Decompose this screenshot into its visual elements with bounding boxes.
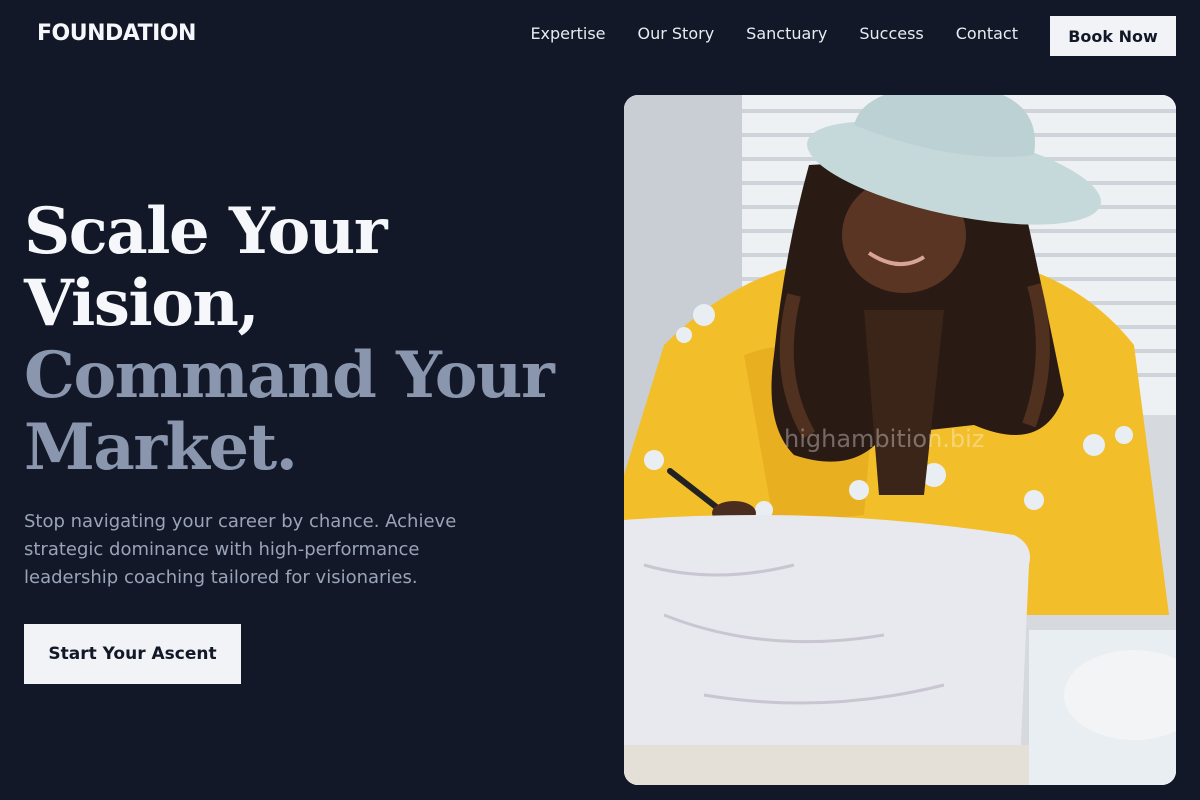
nav-link-our-story[interactable]: Our Story — [638, 24, 715, 43]
brand-logo[interactable]: FOUNDATION — [37, 21, 196, 46]
nav-link-sanctuary[interactable]: Sanctuary — [746, 24, 827, 43]
start-ascent-button[interactable]: Start Your Ascent — [24, 624, 241, 684]
photo-watermark: highambition.biz — [784, 425, 985, 453]
nav-link-success[interactable]: Success — [859, 24, 923, 43]
hero-title-line-2: Command Your Market. — [24, 338, 555, 485]
hero-title-line-1: Scale Your Vision, — [24, 194, 388, 341]
book-now-button[interactable]: Book Now — [1050, 16, 1176, 56]
main-nav: Expertise Our Story Sanctuary Success Co… — [530, 24, 1018, 43]
hero-photo: highambition.biz — [624, 95, 1176, 785]
top-navbar: FOUNDATION Expertise Our Story Sanctuary… — [0, 0, 1200, 72]
nav-link-expertise[interactable]: Expertise — [530, 24, 605, 43]
hero-subtitle: Stop navigating your career by chance. A… — [24, 511, 457, 588]
hero-title: Scale Your Vision, Command Your Market. — [24, 196, 584, 484]
nav-link-contact[interactable]: Contact — [956, 24, 1018, 43]
